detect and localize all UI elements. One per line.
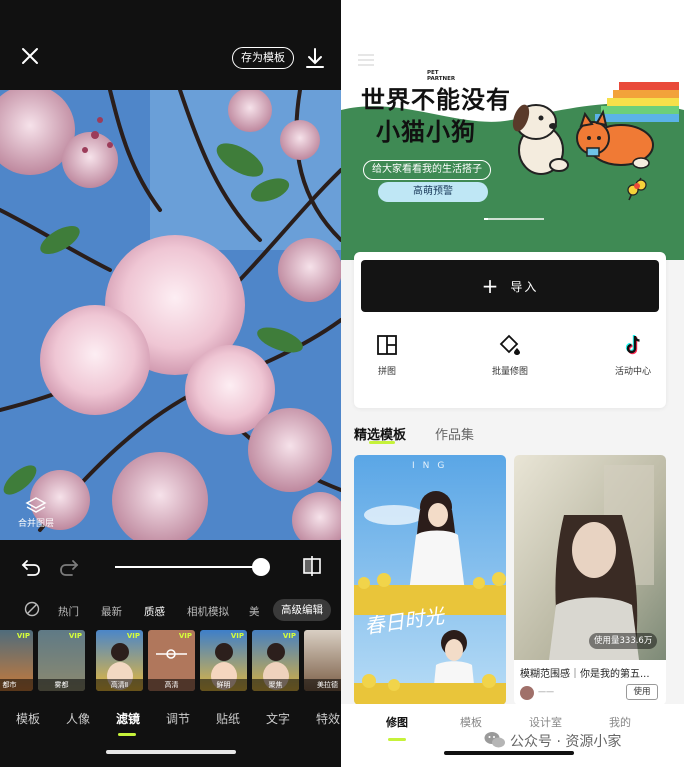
filter-thumb-hd2[interactable]: VIP 高清Ⅱ [96,630,143,691]
feature-activity-center[interactable]: 活动中心 [593,334,673,377]
nav-template[interactable]: 模板 [460,714,482,730]
tool-portrait[interactable]: 人像 [66,710,90,727]
active-tool-indicator [118,733,136,736]
collage-icon [377,335,397,355]
watermark: 公众号 · 资源小家 [484,731,621,751]
filter-thumb-label: 都市 [0,679,33,691]
home-indicator [444,751,574,755]
banner-title-line2: 小猫小狗 [376,118,476,146]
batch-edit-icon [499,334,520,355]
tool-effects[interactable]: 特效 [316,710,340,727]
menu-icon[interactable] [357,52,375,66]
editor-panel: 存为模板 合并图层 热门 最新 质感 相机模拟 美 高级编辑 VIP 都市 VI… [0,0,341,767]
download-icon[interactable] [304,46,326,70]
merge-layer-label: 合并图层 [17,519,54,529]
home-indicator [106,750,236,754]
filter-thumb-fog[interactable]: VIP 雾都 [38,630,85,691]
filter-thumb-focus[interactable]: VIP 聚焦 [252,630,299,691]
banner-title-line1: 世界不能没有 [361,86,511,114]
intensity-slider[interactable] [115,566,261,568]
filter-thumb-hd[interactable]: VIP 高清 [148,630,195,691]
template-title: 模糊范围感｜你是我的第五... [520,669,650,680]
use-template-button[interactable]: 使用 [626,684,658,700]
feature-batch-edit[interactable]: 批量修图 [470,334,550,377]
filter-thumb-label: 鲜明 [200,679,247,691]
vip-badge: VIP [178,632,192,640]
vip-badge: VIP [230,632,244,640]
tiktok-icon [625,335,640,355]
no-filter-icon[interactable] [24,601,40,620]
active-nav-indicator [388,738,406,741]
filter-thumb-label: 高清 [148,679,195,691]
filter-thumb-label: 雾都 [38,679,85,691]
import-button[interactable]: + 导入 [361,260,659,312]
active-section-indicator [369,441,395,444]
feature-label: 批量修图 [491,367,528,377]
filter-cat-beauty[interactable]: 美 [249,604,260,619]
tool-filter[interactable]: 滤镜 [116,710,140,727]
tab-portfolio[interactable]: 作品集 [435,424,474,443]
filter-thumb-label: 美拉德 [304,679,341,691]
tool-text[interactable]: 文字 [266,710,290,727]
tool-adjust[interactable]: 调节 [166,710,190,727]
home-panel: PET PARTNER 世界不能没有 小猫小狗 给大家看看我的生活搭子 高萌预警… [341,0,684,767]
filter-thumb-label: 高清Ⅱ [96,679,143,691]
filter-cat-camera[interactable]: 相机模拟 [187,604,229,619]
banner-subtitle: 给大家看看我的生活搭子 [363,160,491,180]
filter-thumb-vivid[interactable]: VIP 鲜明 [200,630,247,691]
filter-thumb-label: 聚焦 [252,679,299,691]
tool-sticker[interactable]: 贴纸 [216,710,240,727]
template-card-2[interactable]: 使用量333.6万 模糊范围感｜你是我的第五... 一一 使用 [514,455,666,705]
feature-collage[interactable]: 拼图 [347,334,427,377]
close-icon[interactable] [18,44,42,68]
template-author: 一一 [538,688,554,697]
nav-me[interactable]: 我的 [609,714,631,730]
slider-handle[interactable] [252,558,270,576]
edited-photo[interactable] [0,90,341,540]
undo-icon[interactable] [20,556,42,578]
template-overlay-text: ING [412,461,453,471]
banner-pill: 高萌预警 [378,182,488,202]
template-card-1[interactable]: ING 春日时光 [354,455,506,705]
banner-pagination [484,218,544,220]
feature-label: 拼图 [377,367,396,377]
merge-layer-button[interactable]: 合并图层 [16,496,56,530]
nav-edit[interactable]: 修图 [386,714,408,730]
vip-badge: VIP [126,632,140,640]
tool-template[interactable]: 模板 [16,710,40,727]
redo-icon[interactable] [58,556,80,578]
save-template-button[interactable]: 存为模板 [232,47,294,69]
layers-icon [25,497,47,513]
usage-count-badge: 使用量333.6万 [589,633,658,649]
adjust-controls [0,540,341,595]
tool-tabbar: 模板 人像 滤镜 调节 贴纸 文字 特效 [0,700,341,740]
promo-banner[interactable]: PET PARTNER 世界不能没有 小猫小狗 给大家看看我的生活搭子 高萌预警 [341,0,684,260]
vip-badge: VIP [16,632,30,640]
vip-badge: VIP [68,632,82,640]
wechat-icon [484,732,505,748]
filter-cat-hot[interactable]: 热门 [58,604,79,619]
advanced-edit-button[interactable]: 高级编辑 [273,599,331,621]
editor-header: 存为模板 [0,0,341,90]
filter-cat-new[interactable]: 最新 [101,604,122,619]
compare-icon[interactable] [301,555,323,577]
filter-cat-texture[interactable]: 质感 [144,604,165,619]
filter-thumbnails: VIP 都市 VIP 雾都 VIP 高清Ⅱ VIP 高清 VIP 鲜明 VIP … [0,630,341,692]
vip-badge: VIP [282,632,296,640]
quick-actions-card: + 导入 拼图 批量修图 活动中心 [354,252,666,408]
bottom-navigation: 修图 模板 设计室 我的 公众号 · 资源小家 [341,704,684,767]
avatar [520,686,534,700]
filter-thumb-urban[interactable]: VIP 都市 [0,630,33,691]
import-label: 导入 [510,280,539,294]
watermark-text: 公众号 · 资源小家 [510,734,622,750]
filter-thumb-maillard[interactable]: 美拉德 [304,630,341,691]
feature-label: 活动中心 [614,367,651,377]
plus-icon: + [481,274,501,298]
nav-design-studio[interactable]: 设计室 [529,714,562,730]
